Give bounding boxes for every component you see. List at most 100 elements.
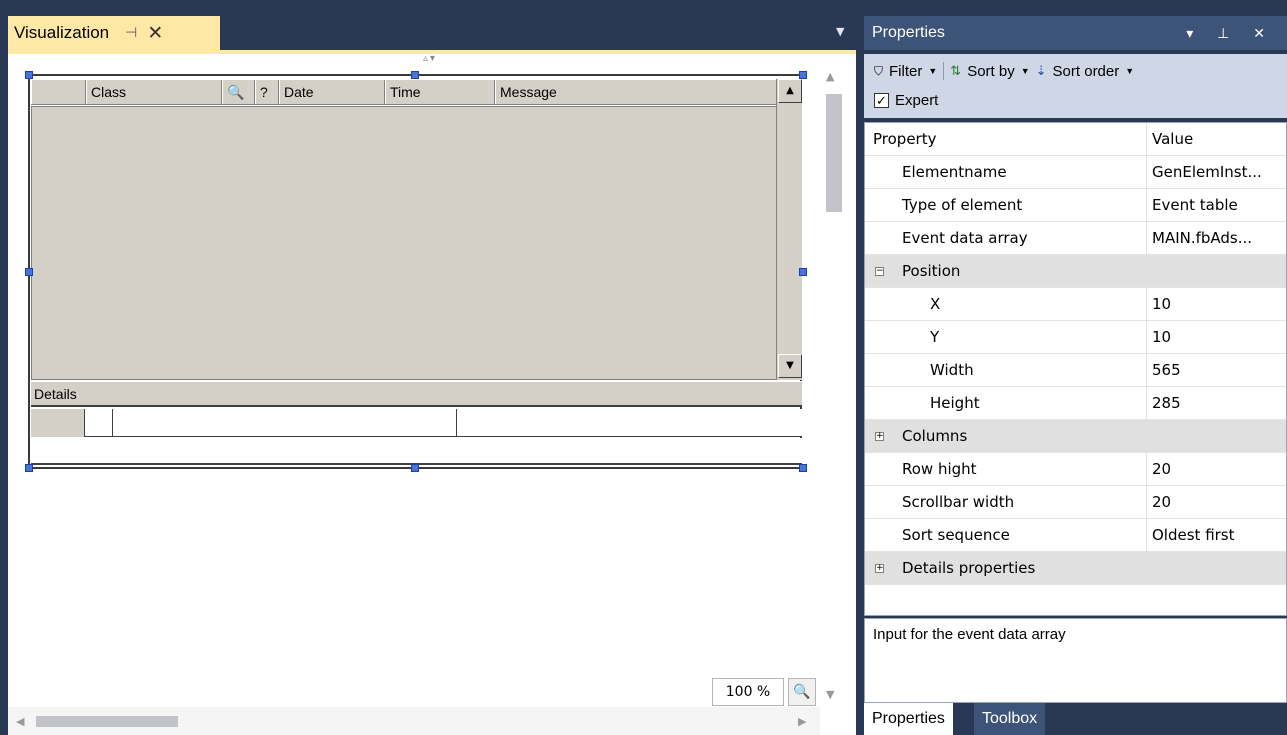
resize-handle-right[interactable] xyxy=(799,268,807,276)
close-icon[interactable]: ✕ xyxy=(147,22,163,44)
event-table-element[interactable]: Class 🔍 ? Date Time Message ▲ ▼ Details xyxy=(28,74,802,469)
tab-title: Visualization xyxy=(14,23,110,42)
property-value[interactable]: 565 xyxy=(1146,354,1286,387)
resize-handle-top-right[interactable] xyxy=(799,71,807,79)
property-value[interactable]: 10 xyxy=(1146,321,1286,354)
property-value[interactable]: 10 xyxy=(1146,288,1286,321)
property-name: X xyxy=(930,295,941,313)
property-row[interactable]: Y 10 xyxy=(865,321,1286,354)
expert-checkbox[interactable]: ✓ xyxy=(874,93,889,108)
visualization-window: Visualization ⊣ ✕ ▼ ▵▾ Class 🔍 ? Date Ti… xyxy=(8,0,856,735)
scroll-left-icon[interactable]: ◀ xyxy=(16,715,24,728)
editor-horizontal-scrollbar[interactable]: ◀ ▶ xyxy=(8,707,820,735)
property-name: Sort sequence xyxy=(902,526,1010,544)
column-header-date: Date xyxy=(279,80,385,104)
value-column-header: Value xyxy=(1146,123,1286,156)
property-row[interactable]: Sort sequence Oldest first xyxy=(865,519,1286,552)
column-header-question: ? xyxy=(255,80,279,104)
event-table-header: Class 🔍 ? Date Time Message xyxy=(31,79,777,105)
resize-handle-bottom[interactable] xyxy=(411,464,419,472)
column-header-time: Time xyxy=(385,80,495,104)
property-name: Event data array xyxy=(902,229,1028,247)
details-cell xyxy=(113,409,457,437)
chevron-down-icon[interactable]: ▼ xyxy=(928,66,937,76)
property-value[interactable]: GenElemInst... xyxy=(1146,156,1286,189)
property-grid-header: Property Value xyxy=(865,123,1286,156)
zoom-icon[interactable]: 🔍 xyxy=(788,678,816,706)
event-list-area[interactable] xyxy=(31,106,777,380)
column-header-class: Class xyxy=(86,80,222,104)
sort-by-icon[interactable]: ⇅ xyxy=(950,63,961,79)
property-name: Details properties xyxy=(902,559,1036,577)
chevron-down-icon[interactable]: ▼ xyxy=(1125,66,1134,76)
resize-handle-top-left[interactable] xyxy=(25,71,33,79)
property-value[interactable]: 20 xyxy=(1146,453,1286,486)
property-row[interactable]: Type of element Event table xyxy=(865,189,1286,222)
property-row[interactable]: Height 285 xyxy=(865,387,1286,420)
property-row[interactable]: Width 565 xyxy=(865,354,1286,387)
expand-icon[interactable]: + xyxy=(875,564,884,573)
sort-order-button[interactable]: Sort order xyxy=(1053,63,1120,80)
column-header-message: Message xyxy=(495,80,777,104)
sort-order-icon[interactable]: ⇣ xyxy=(1036,63,1047,79)
expert-label[interactable]: Expert xyxy=(895,92,938,109)
property-category-row[interactable]: − Position xyxy=(865,255,1286,288)
filter-icon[interactable]: ⛉ xyxy=(874,64,883,79)
property-row[interactable]: Row hight 20 xyxy=(865,453,1286,486)
details-cell xyxy=(31,409,85,437)
window-dropdown-icon[interactable]: ▼ xyxy=(836,25,844,38)
property-value[interactable]: 20 xyxy=(1146,486,1286,519)
property-name: Elementname xyxy=(902,163,1007,181)
resize-handle-top[interactable] xyxy=(411,71,419,79)
properties-toolbar: ⛉ Filter ▼ ⇅ Sort by ▼ ⇣ Sort order ▼ ✓ … xyxy=(864,54,1287,118)
tab-toolbox[interactable]: Toolbox xyxy=(974,703,1046,735)
property-value[interactable]: Oldest first xyxy=(1146,519,1286,552)
property-row[interactable]: Scrollbar width 20 xyxy=(865,486,1286,519)
property-name: Row hight xyxy=(902,460,977,478)
tab-visualization[interactable]: Visualization ⊣ ✕ xyxy=(8,16,220,50)
sort-by-button[interactable]: Sort by xyxy=(967,63,1015,80)
resize-handle-bottom-right[interactable] xyxy=(799,464,807,472)
resize-handle-bottom-left[interactable] xyxy=(25,464,33,472)
property-name: Position xyxy=(902,262,961,280)
pin-icon[interactable]: ⊣ xyxy=(125,25,137,41)
panel-title: Properties xyxy=(872,24,945,41)
details-header: Details xyxy=(31,381,802,407)
tab-properties[interactable]: Properties xyxy=(864,703,953,735)
event-table-scrollbar[interactable]: ▲ ▼ xyxy=(776,79,802,380)
expand-icon[interactable]: + xyxy=(875,432,884,441)
scroll-up-icon[interactable]: ▲ xyxy=(826,70,834,83)
scrollbar-thumb[interactable] xyxy=(826,94,842,212)
panel-controls[interactable]: ▾ ⊥ ✕ xyxy=(1186,16,1275,50)
properties-panel: Properties ▾ ⊥ ✕ ⛉ Filter ▼ ⇅ Sort by ▼ … xyxy=(864,0,1287,735)
column-header-blank xyxy=(31,80,86,104)
property-name: Width xyxy=(930,361,974,379)
property-row[interactable]: Elementname GenElemInst... xyxy=(865,156,1286,189)
scroll-down-button[interactable]: ▼ xyxy=(778,354,802,378)
property-value[interactable]: 285 xyxy=(1146,387,1286,420)
collapse-icon[interactable]: − xyxy=(875,267,884,276)
property-row[interactable]: X 10 xyxy=(865,288,1286,321)
resize-handle-left[interactable] xyxy=(25,268,33,276)
scrollbar-thumb[interactable] xyxy=(36,716,178,727)
property-name: Columns xyxy=(902,427,968,445)
property-column-header: Property xyxy=(873,130,937,148)
property-row[interactable]: Event data array MAIN.fbAds... xyxy=(865,222,1286,255)
property-category-row[interactable]: + Columns xyxy=(865,420,1286,453)
property-category-row[interactable]: + Details properties xyxy=(865,552,1286,585)
scroll-up-button[interactable]: ▲ xyxy=(778,79,802,103)
collapse-handle-icon[interactable]: ▵▾ xyxy=(423,54,437,64)
zoom-level[interactable]: 100 % xyxy=(712,678,784,706)
property-name: Scrollbar width xyxy=(902,493,1015,511)
property-value[interactable]: MAIN.fbAds... xyxy=(1146,222,1286,255)
property-value[interactable]: Event table xyxy=(1146,189,1286,222)
filter-button[interactable]: Filter xyxy=(889,63,922,80)
editor-vertical-scrollbar[interactable]: ▲ xyxy=(820,66,844,706)
visualization-editor[interactable]: ▵▾ Class 🔍 ? Date Time Message ▲ ▼ Detai… xyxy=(8,54,856,735)
toolbar-separator xyxy=(943,62,945,80)
chevron-down-icon[interactable]: ▼ xyxy=(1021,66,1030,76)
scroll-down-icon[interactable]: ▼ xyxy=(826,688,834,701)
property-name: Y xyxy=(930,328,940,346)
scroll-right-icon[interactable]: ▶ xyxy=(798,715,806,728)
properties-title-bar: Properties ▾ ⊥ ✕ xyxy=(864,16,1287,50)
